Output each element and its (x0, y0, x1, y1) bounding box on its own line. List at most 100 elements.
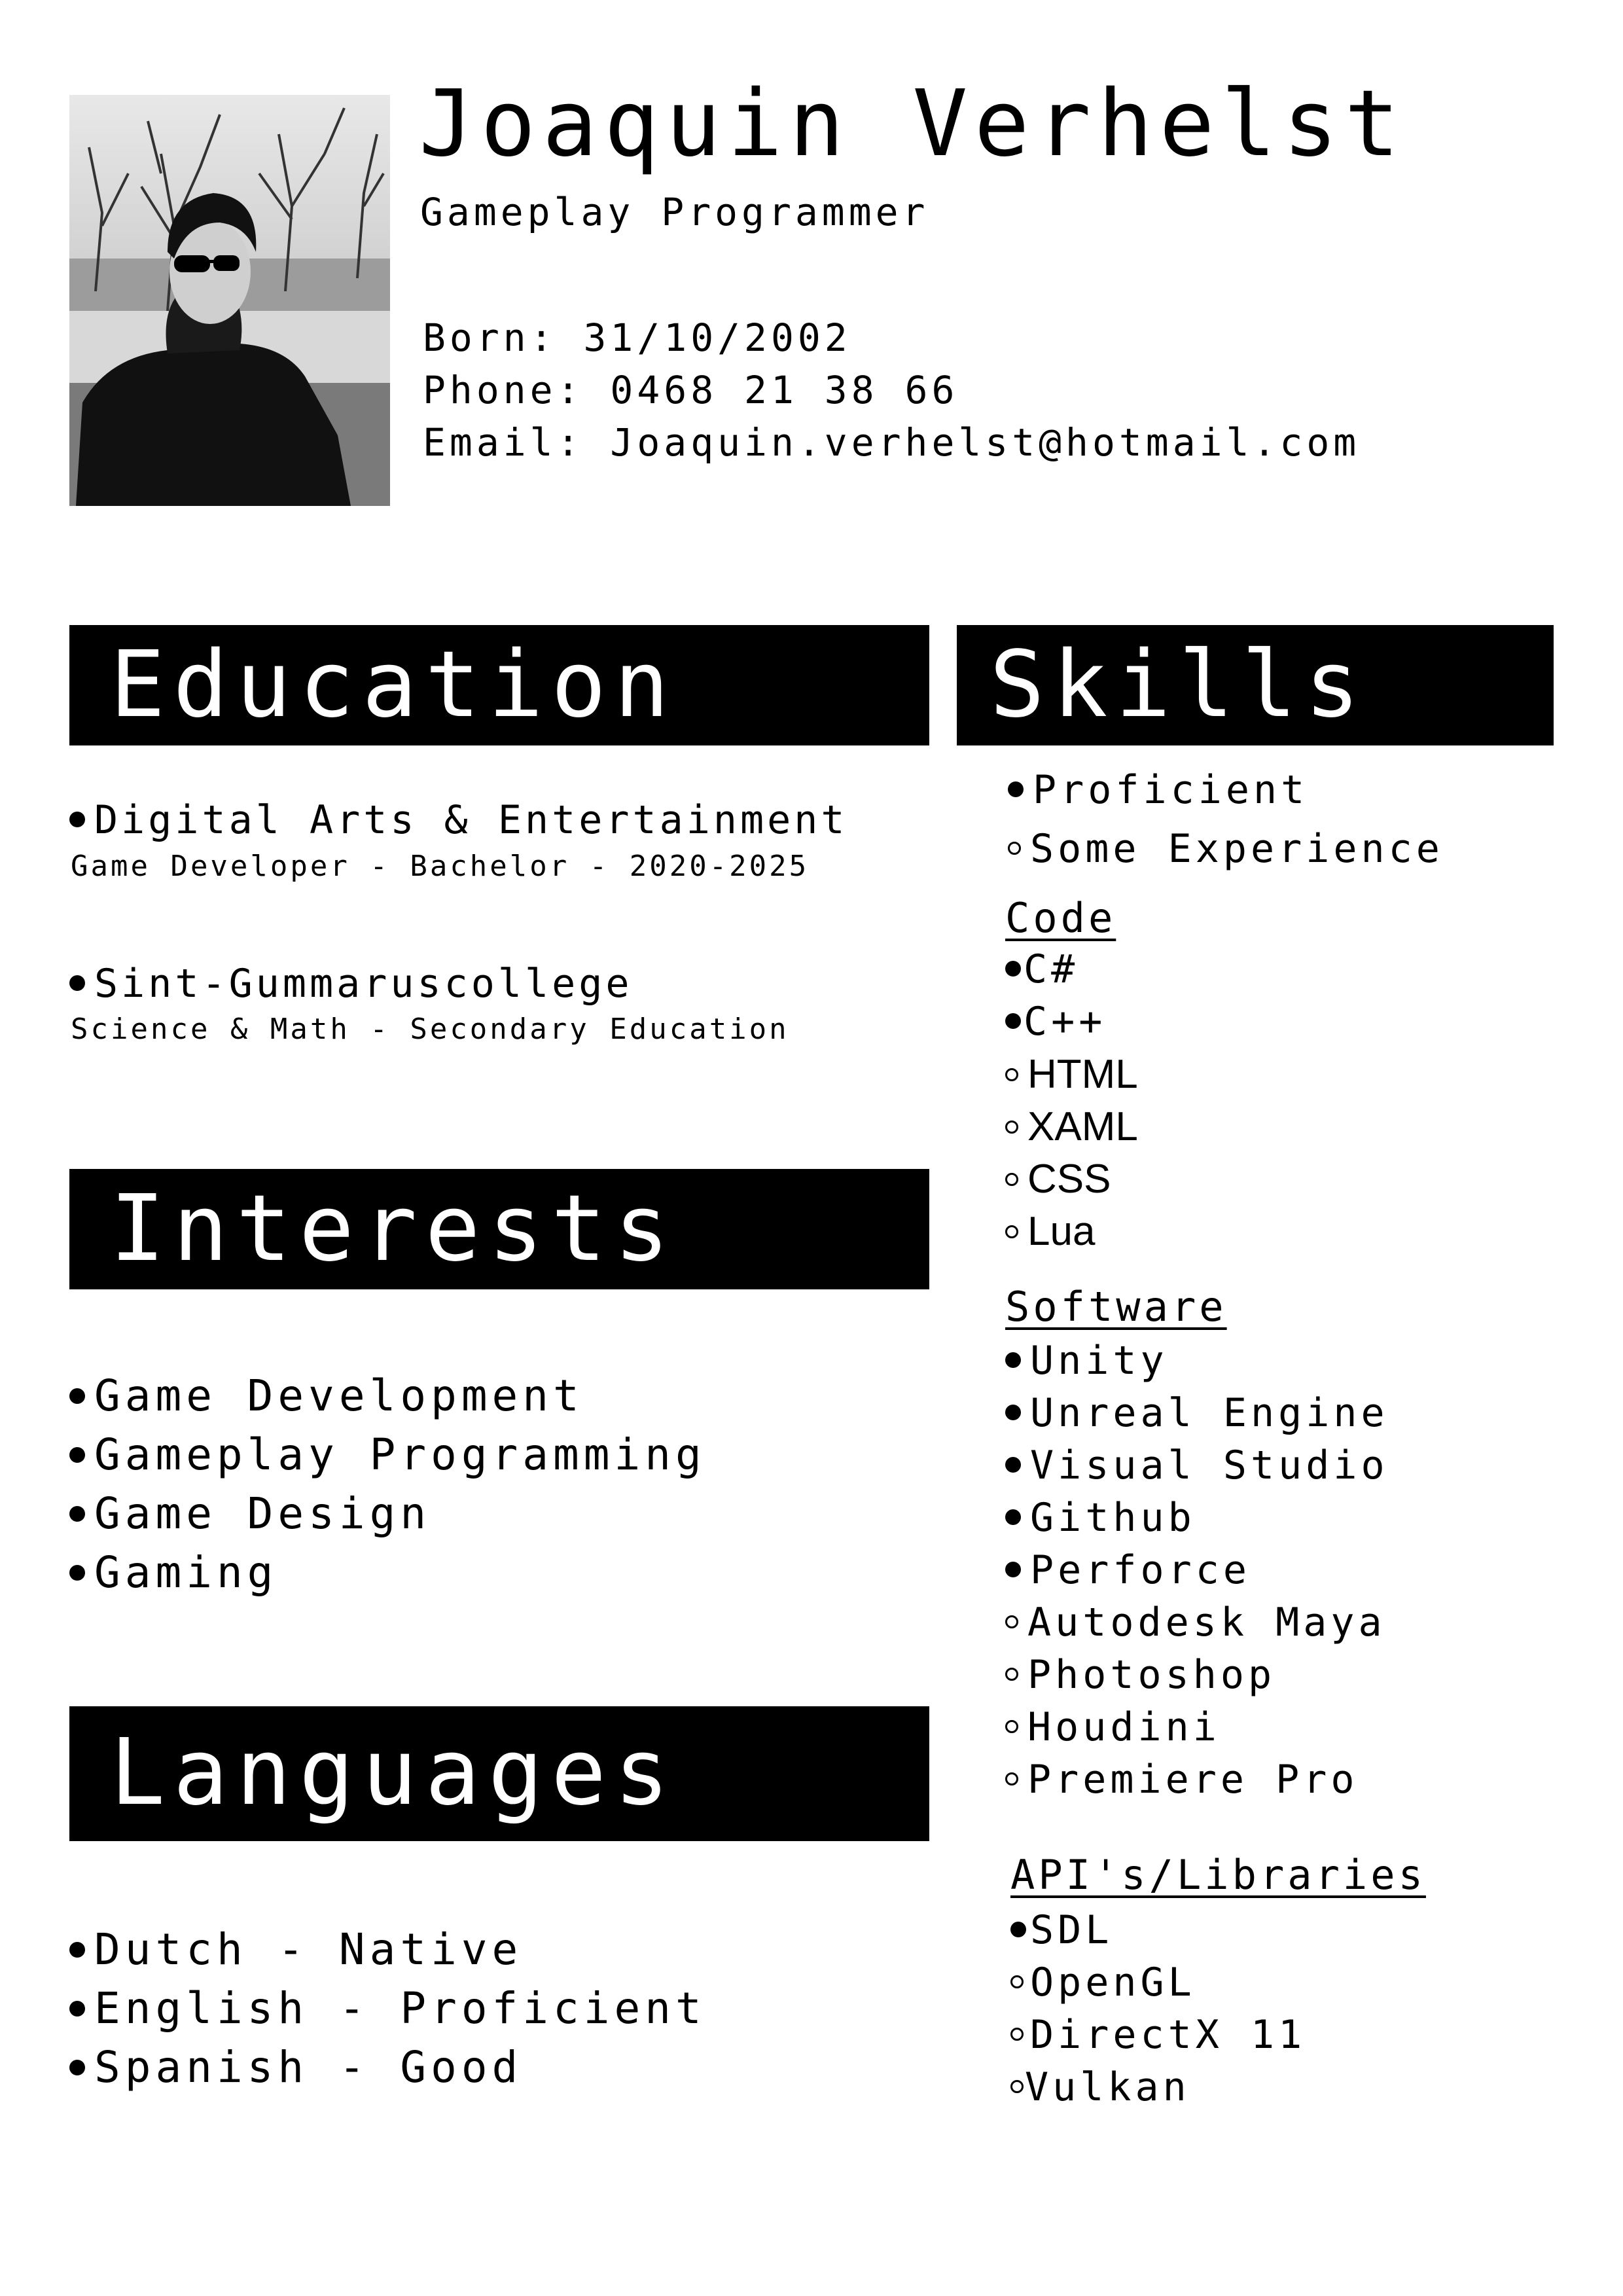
profile-photo (69, 95, 390, 506)
skill-item: Autodesk Maya (1005, 1600, 1386, 1645)
skill-label: Houdini (1027, 1704, 1221, 1750)
education-item: Sint-Gummaruscollege (69, 961, 632, 1007)
skills-header: Skills (957, 625, 1554, 745)
skill-label: Unity (1030, 1338, 1168, 1384)
bullet-filled-icon (1005, 1457, 1021, 1473)
skill-label: Lua (1027, 1209, 1096, 1254)
interest-label: Game Development (94, 1371, 584, 1421)
list-item: Spanish - Good (69, 2042, 522, 2092)
bullet-outline-icon (1005, 1067, 1018, 1081)
job-title: Gameplay Programmer (420, 190, 929, 234)
bullet-filled-icon (69, 2059, 85, 2075)
language-label: English - Proficient (94, 1983, 706, 2034)
list-item: English - Proficient (69, 1983, 706, 2034)
bullet-filled-icon (1005, 1509, 1021, 1526)
bullet-filled-icon (69, 1388, 85, 1404)
legend-proficient: Proficient (1008, 767, 1308, 813)
skill-item: Photoshop (1005, 1652, 1275, 1698)
skills-heading: Skills (990, 632, 1368, 738)
education-item-detail: Game Developer - Bachelor - 2020-2025 (71, 850, 810, 883)
skill-label: C++ (1024, 999, 1107, 1045)
skill-item: SDL (1010, 1907, 1113, 1953)
bullet-outline-icon (1005, 1772, 1018, 1786)
skill-item: Unity (1005, 1338, 1168, 1384)
legend-label: Some Experience (1030, 826, 1444, 872)
bullet-filled-icon (1008, 781, 1024, 798)
bullet-outline-icon (1005, 1668, 1018, 1681)
education-item: Digital Arts & Entertainment (69, 797, 847, 843)
skill-label: Photoshop (1027, 1652, 1276, 1698)
skill-label: OpenGL (1030, 1960, 1196, 2005)
skill-label: Github (1030, 1495, 1196, 1541)
bullet-filled-icon (1005, 1405, 1021, 1421)
skill-item: Unreal Engine (1005, 1390, 1389, 1436)
list-item: Game Design (69, 1488, 431, 1539)
skill-item: HTML (1005, 1051, 1138, 1098)
bullet-filled-icon (1005, 961, 1021, 977)
language-label: Spanish - Good (94, 2042, 523, 2092)
skill-label: XAML (1027, 1104, 1138, 1149)
bullet-outline-icon (1005, 1120, 1018, 1134)
skill-item: Perforce (1005, 1547, 1251, 1593)
birth-date: Born: 31/10/2002 (423, 315, 851, 360)
bullet-outline-icon (1010, 1975, 1024, 1989)
apis-subheading: API's/Libraries (1010, 1851, 1426, 1899)
skill-label: Autodesk Maya (1027, 1600, 1386, 1645)
skill-item: Lua (1005, 1208, 1095, 1255)
skill-item: CSS (1005, 1156, 1111, 1202)
bullet-filled-icon (69, 1505, 85, 1522)
bullet-filled-icon (69, 1564, 85, 1581)
skill-item: C++ (1005, 999, 1106, 1045)
skill-item: Visual Studio (1005, 1443, 1389, 1488)
bullet-outline-icon (1010, 2028, 1024, 2041)
bullet-outline-icon (1010, 2080, 1024, 2094)
code-subheading: Code (1005, 894, 1116, 942)
legend-some: Some Experience (1008, 826, 1444, 872)
skill-label: Visual Studio (1030, 1443, 1389, 1488)
email-address: Email: Joaquin.verhelst@hotmail.com (423, 420, 1361, 465)
interest-label: Gameplay Programming (94, 1429, 706, 1480)
bullet-filled-icon (1005, 1352, 1021, 1369)
skill-label: Perforce (1030, 1547, 1251, 1593)
bullet-outline-icon (1005, 1172, 1018, 1186)
profile-photo-illustration (69, 95, 390, 506)
list-item: Dutch - Native (69, 1924, 522, 1975)
skill-label: CSS (1027, 1157, 1111, 1202)
person-name: Joaquin Verhelst (419, 71, 1406, 177)
bullet-filled-icon (69, 1446, 85, 1463)
bullet-filled-icon (69, 812, 85, 828)
skill-item: C# (1005, 946, 1079, 992)
interests-header: Interests (69, 1169, 929, 1289)
skill-label: Premiere Pro (1027, 1757, 1359, 1803)
bullet-filled-icon (1005, 1562, 1021, 1578)
skill-label: Unreal Engine (1030, 1390, 1389, 1436)
legend-label: Proficient (1033, 767, 1309, 813)
bullet-filled-icon (1005, 1013, 1021, 1030)
bullet-outline-icon (1005, 1225, 1018, 1238)
software-subheading: Software (1005, 1283, 1227, 1331)
skill-item: Houdini (1005, 1704, 1221, 1750)
bullet-outline-icon (1005, 1615, 1018, 1629)
skill-label: DirectX 11 (1030, 2012, 1306, 2058)
skill-item: XAML (1005, 1103, 1138, 1150)
education-header: Education (69, 625, 929, 745)
education-item-name: Sint-Gummaruscollege (94, 961, 633, 1007)
skill-item: OpenGL (1010, 1960, 1196, 2005)
bullet-filled-icon (69, 1941, 85, 1958)
skill-label: Vulkan (1025, 2064, 1190, 2110)
list-item: Gameplay Programming (69, 1429, 706, 1480)
languages-header: Languages (69, 1706, 929, 1841)
education-heading: Education (110, 632, 677, 738)
skill-item: Vulkan (1010, 2064, 1190, 2110)
language-label: Dutch - Native (94, 1924, 523, 1975)
skill-item: Premiere Pro (1005, 1757, 1358, 1803)
bullet-outline-icon (1008, 842, 1021, 855)
skill-label: HTML (1027, 1052, 1138, 1097)
bullet-filled-icon (69, 975, 85, 992)
list-item: Game Development (69, 1371, 584, 1421)
phone-number: Phone: 0468 21 38 66 (423, 368, 959, 412)
interest-label: Gaming (94, 1547, 278, 1598)
skill-label: SDL (1030, 1907, 1113, 1953)
interest-label: Game Design (94, 1488, 431, 1539)
list-item: Gaming (69, 1547, 277, 1598)
